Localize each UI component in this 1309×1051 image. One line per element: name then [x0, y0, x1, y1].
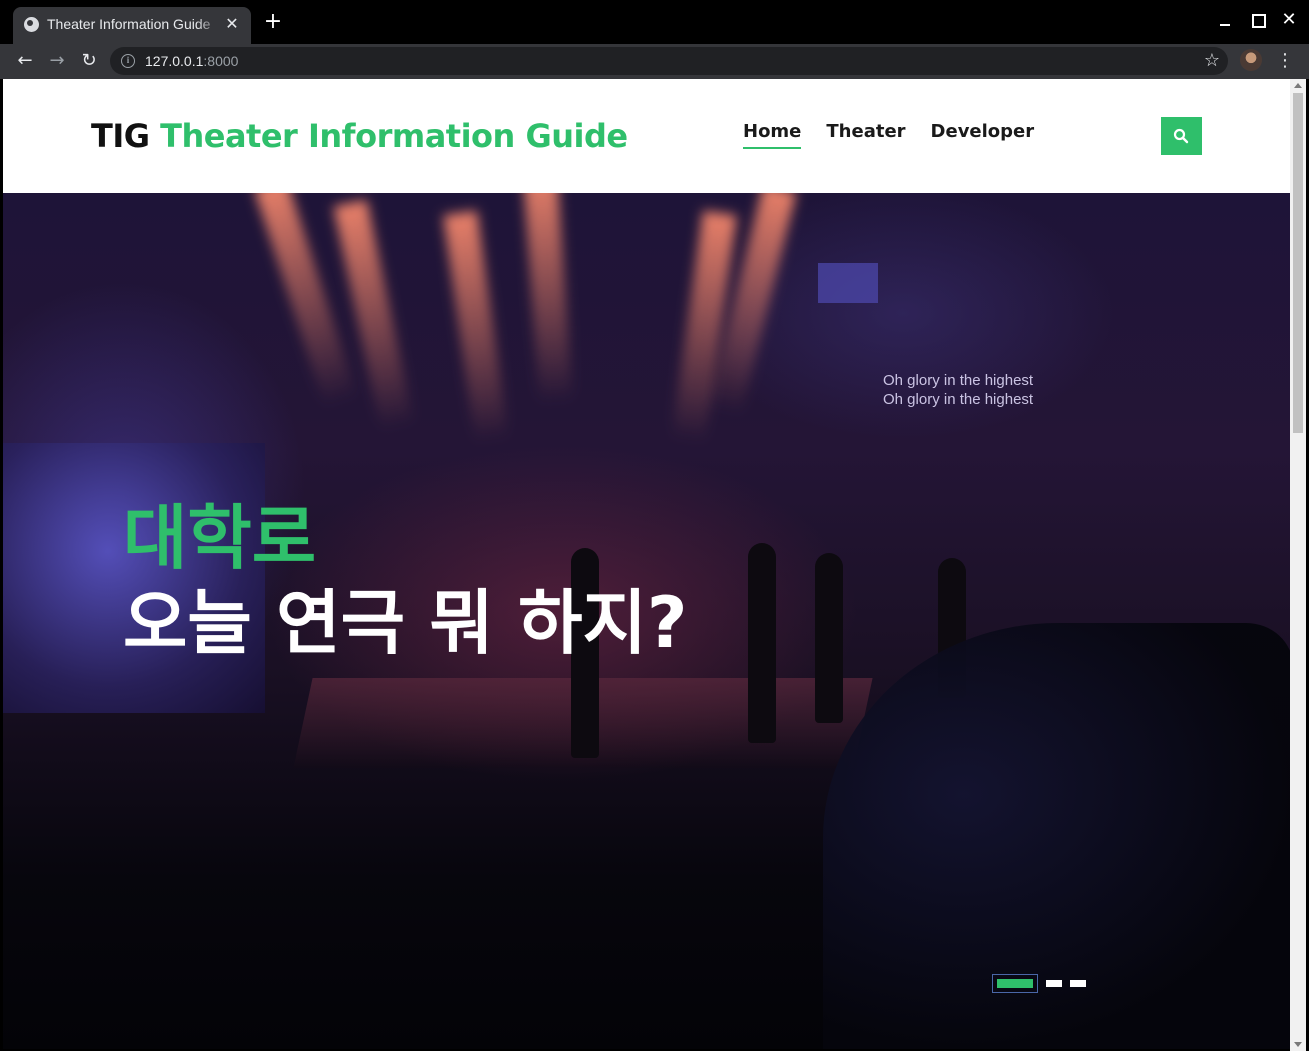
hero-subtitle: 대학로	[123, 497, 317, 579]
lyrics-line: Oh glory in the highest	[883, 391, 1034, 408]
lyrics-line: Oh glory in the highest	[883, 372, 1034, 389]
forward-arrow-icon[interactable]: →	[44, 48, 70, 74]
back-arrow-icon[interactable]: ←	[12, 48, 38, 74]
maximize-button[interactable]	[1248, 10, 1268, 30]
light-beam	[523, 193, 574, 404]
site-header: TIG Theater Information Guide Home Theat…	[3, 79, 1290, 193]
scrollbar-thumb[interactable]	[1293, 93, 1303, 433]
address-bar[interactable]: i 127.0.0.1:8000 ☆	[110, 47, 1228, 75]
browser-toolbar: ← → ↻ i 127.0.0.1:8000 ☆ ⋮	[0, 44, 1309, 79]
info-icon[interactable]: i	[121, 54, 135, 68]
scroll-up-arrow-icon[interactable]	[1294, 83, 1302, 88]
slide-indicator-3[interactable]	[1070, 980, 1086, 987]
new-tab-button[interactable]: +	[263, 11, 283, 33]
slide-indicator-2[interactable]	[1046, 980, 1062, 987]
page-scrollbar[interactable]	[1290, 79, 1306, 1051]
hero-banner: Oh glory in the highest Oh glory in the …	[3, 193, 1290, 1049]
site-logo[interactable]: TIG Theater Information Guide	[91, 117, 628, 155]
light-beam	[443, 210, 509, 444]
reload-icon[interactable]: ↻	[76, 48, 102, 74]
logo-abbr: TIG	[91, 117, 150, 155]
nav-home[interactable]: Home	[743, 121, 802, 149]
tab-title: Theater Information Guide	[47, 16, 211, 32]
tab-close-icon[interactable]: ✕	[223, 15, 241, 33]
url-host: 127.0.0.1	[145, 53, 204, 69]
hero-bg-performer	[815, 553, 843, 723]
nav-theater[interactable]: Theater	[826, 121, 905, 149]
main-nav: Home Theater Developer	[743, 121, 1034, 149]
hero-bg-lyrics: Oh glory in the highest Oh glory in the …	[883, 371, 1033, 409]
browser-tab[interactable]: Theater Information Guide ✕	[13, 7, 251, 44]
hero-bg-performer	[748, 543, 776, 743]
bookmark-star-icon[interactable]: ☆	[1204, 50, 1220, 71]
profile-avatar[interactable]	[1240, 49, 1262, 71]
logo-full: Theater Information Guide	[160, 117, 628, 155]
globe-icon	[24, 17, 39, 32]
search-button[interactable]	[1161, 117, 1202, 155]
scroll-down-arrow-icon[interactable]	[1294, 1042, 1302, 1047]
url-port: :8000	[203, 53, 239, 69]
minimize-button[interactable]	[1215, 10, 1235, 30]
browser-menu-icon[interactable]: ⋮	[1276, 48, 1294, 74]
slide-indicator-1[interactable]	[992, 974, 1038, 993]
hero-bg-screen-small	[818, 263, 878, 303]
search-icon	[1173, 128, 1189, 144]
url-text[interactable]: 127.0.0.1:8000	[145, 53, 238, 69]
page-viewport: TIG Theater Information Guide Home Theat…	[3, 79, 1290, 1049]
close-window-button[interactable]: ✕	[1279, 10, 1299, 30]
browser-tabbar: Theater Information Guide ✕ + ✕	[0, 0, 1309, 44]
slider-indicators	[992, 974, 1086, 993]
nav-developer[interactable]: Developer	[931, 121, 1035, 149]
hero-title: 오늘 연극 뭐 하지?	[123, 582, 688, 664]
